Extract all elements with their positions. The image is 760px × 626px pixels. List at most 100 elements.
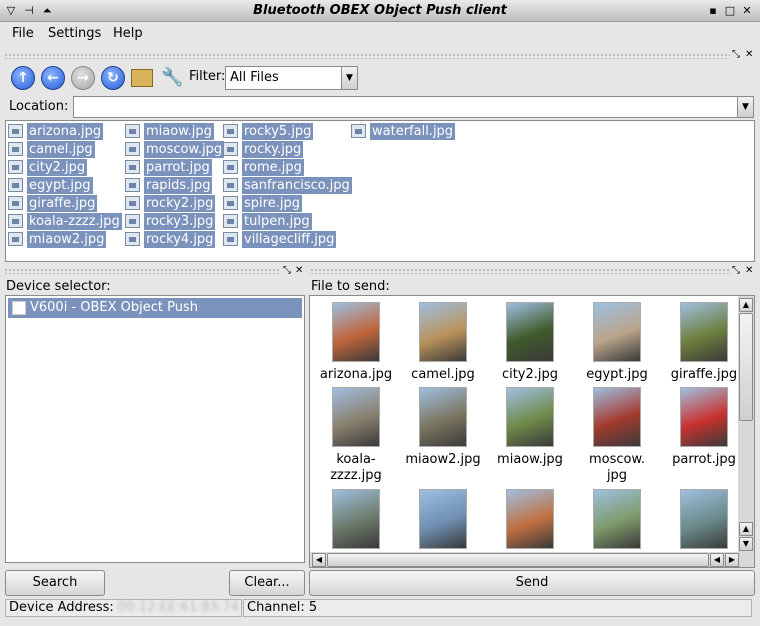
settings-tool-icon[interactable]: 🔧 [161, 67, 185, 89]
device-address-value: 00:12:EE:61:83:74 [117, 600, 239, 615]
image-file-icon [125, 142, 140, 156]
maximize-icon[interactable]: □ [723, 4, 737, 18]
thumbnail-moscow[interactable] [593, 387, 641, 447]
scroll-right-icon[interactable]: ▶ [725, 553, 739, 567]
thumbnail-label-line2: jpg [606, 468, 628, 483]
new-folder-icon[interactable] [131, 69, 153, 87]
dock-close-icon[interactable]: ✕ [295, 266, 303, 276]
chevron-down-icon[interactable]: ▼ [341, 67, 357, 89]
thumbnail-label: arizona.jpg [319, 367, 393, 382]
image-file-icon [223, 124, 238, 138]
thumbnail-item[interactable] [593, 489, 641, 549]
horizontal-scrollbar[interactable]: ◀ ◀ ▶ [310, 552, 754, 567]
undock-icon[interactable]: ⤡ [283, 266, 291, 276]
menu-file[interactable]: File [12, 26, 34, 41]
dock-handle[interactable] [4, 268, 280, 274]
reload-icon[interactable]: ↻ [101, 66, 125, 90]
thumbnail-parrot[interactable] [680, 387, 728, 447]
image-file-icon [351, 124, 366, 138]
thumbnail-label: parrot.jpg [672, 452, 736, 467]
thumbnail-label: city2.jpg [501, 367, 559, 382]
forward-icon[interactable]: → [71, 66, 95, 90]
thumbnail-city2[interactable] [506, 302, 554, 362]
send-button[interactable]: Send [309, 570, 755, 596]
scroll-left-icon[interactable]: ◀ [312, 553, 326, 567]
thumbnail-view[interactable]: arizona.jpg camel.jpg city2.jpg egypt.jp… [309, 295, 755, 568]
thumbnail-label-line2: zzzz.jpg [330, 468, 382, 483]
scroll-left-icon[interactable]: ◀ [710, 553, 724, 567]
thumbnail-miaow2[interactable] [419, 387, 467, 447]
thumbnail-arizona[interactable] [332, 302, 380, 362]
image-file-icon [8, 232, 23, 246]
image-file-icon [223, 232, 238, 246]
dock-close-icon[interactable]: ✕ [745, 266, 753, 276]
thumbnail-item[interactable] [419, 489, 467, 549]
image-file-icon [125, 196, 140, 210]
image-file-icon [125, 124, 140, 138]
thumbnail-giraffe[interactable] [680, 302, 728, 362]
filter-combo[interactable]: All Files ▼ [225, 66, 358, 90]
scroll-up-icon[interactable]: ▲ [739, 522, 753, 536]
image-file-icon [8, 160, 23, 174]
dock-handle[interactable] [310, 268, 730, 274]
file-to-send-label: File to send: [311, 279, 390, 294]
clear-button[interactable]: Clear... [229, 570, 305, 596]
thumbnail-label: koala- [336, 452, 376, 467]
location-label: Location: [9, 99, 69, 114]
close-icon[interactable]: ✕ [740, 4, 754, 18]
image-file-icon [223, 142, 238, 156]
pin-icon[interactable]: ⊣ [22, 4, 36, 18]
image-file-icon [8, 196, 23, 210]
device-item[interactable]: V600i - OBEX Object Push [8, 298, 302, 318]
image-file-icon [223, 196, 238, 210]
thumbnail-label: moscow. [588, 452, 646, 467]
vertical-scrollbar[interactable]: ▲ ▲ ▼ [738, 296, 754, 552]
filter-value: All Files [230, 70, 279, 85]
scroll-thumb[interactable] [739, 313, 753, 421]
image-file-icon [125, 214, 140, 228]
image-file-icon [8, 178, 23, 192]
up-icon[interactable]: ↑ [11, 66, 35, 90]
device-selector-label: Device selector: [6, 279, 111, 294]
image-file-icon [223, 178, 238, 192]
image-file-icon [223, 214, 238, 228]
menu-settings[interactable]: Settings [48, 26, 101, 41]
thumbnail-item[interactable] [506, 489, 554, 549]
image-file-icon [8, 142, 23, 156]
thumbnail-label: giraffe.jpg [670, 367, 738, 382]
location-input[interactable]: ▼ [73, 96, 754, 118]
hscroll-thumb[interactable] [327, 553, 709, 567]
thumbnail-camel[interactable] [419, 302, 467, 362]
undock-icon[interactable]: ⤡ [732, 266, 740, 276]
window-menu-icon[interactable]: ▽ [4, 4, 18, 18]
device-list[interactable]: V600i - OBEX Object Push [5, 295, 305, 563]
thumbnail-koala[interactable] [332, 387, 380, 447]
image-file-icon [125, 232, 140, 246]
menu-help[interactable]: Help [113, 26, 143, 41]
back-icon[interactable]: ← [41, 66, 65, 90]
thumbnail-label: miaow2.jpg [405, 452, 481, 467]
window-title: Bluetooth OBEX Object Push client [253, 3, 507, 18]
file-list[interactable]: arizona.jpg camel.jpg city2.jpg egypt.jp… [5, 120, 755, 262]
thumbnail-label: miaow.jpg [497, 452, 563, 467]
thumbnail-miaow[interactable] [506, 387, 554, 447]
thumbnail-egypt[interactable] [593, 302, 641, 362]
device-address-status: Device Address: 00:12:EE:61:83:74 [5, 599, 242, 617]
scroll-down-icon[interactable]: ▼ [739, 537, 753, 551]
device-item-label: V600i - OBEX Object Push [30, 300, 199, 315]
search-button[interactable]: Search [5, 570, 105, 596]
filter-label: Filter: [189, 69, 226, 84]
undock-icon[interactable]: ⤡ [732, 50, 740, 60]
thumbnail-label: camel.jpg [411, 367, 475, 382]
shade-icon[interactable]: ⏶ [40, 4, 54, 18]
thumbnail-item[interactable] [332, 489, 380, 549]
scroll-up-icon[interactable]: ▲ [739, 298, 753, 312]
dock-close-icon[interactable]: ✕ [745, 50, 753, 60]
minimize-icon[interactable]: ▪ [706, 4, 720, 18]
dock-handle[interactable] [4, 53, 730, 59]
chevron-down-icon[interactable]: ▼ [737, 97, 753, 117]
thumbnail-label: egypt.jpg [586, 367, 648, 382]
image-file-icon [125, 160, 140, 174]
thumbnail-item[interactable] [680, 489, 728, 549]
image-file-icon [8, 214, 23, 228]
